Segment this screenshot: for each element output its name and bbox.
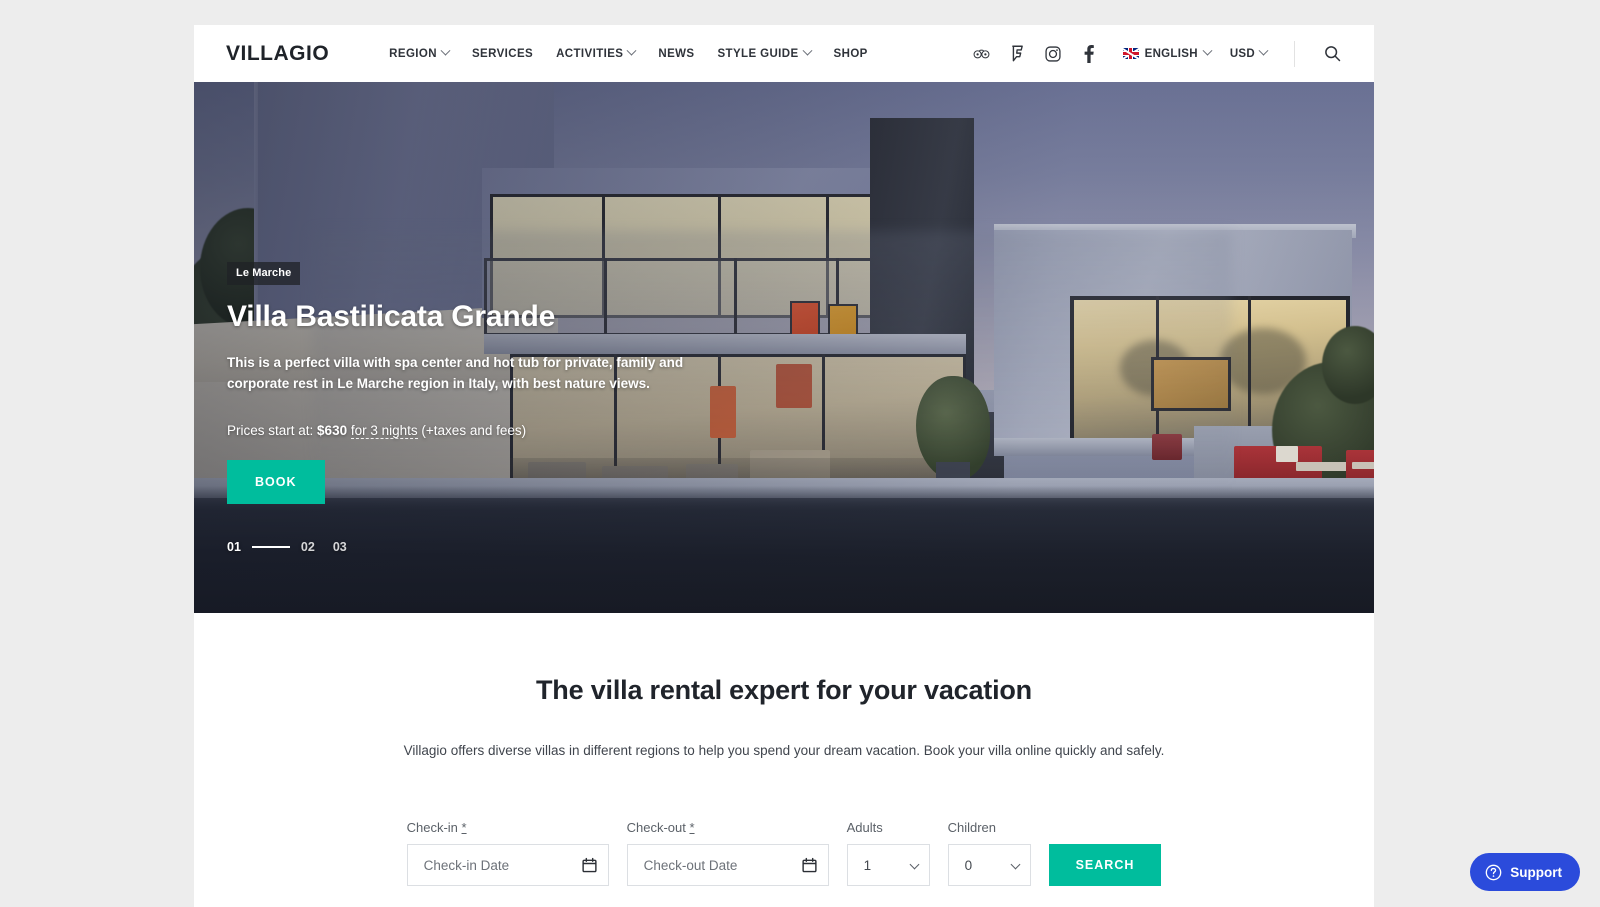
checkin-input-wrap <box>406 844 609 886</box>
slide-indicator-03[interactable]: 03 <box>333 540 347 554</box>
support-label: Support <box>1510 864 1562 880</box>
checkin-label-text: Check-in <box>406 820 458 835</box>
checkout-date-input[interactable] <box>626 844 829 886</box>
adults-select-wrap <box>846 844 930 886</box>
nav-item-style-guide[interactable]: STYLE GUIDE <box>717 45 812 60</box>
required-asterisk: * <box>689 820 695 835</box>
checkin-field-group: Check-in * <box>406 820 609 886</box>
checkout-label: Check-out * <box>627 820 829 835</box>
hero-title: Villa Bastilicata Grande <box>227 300 556 333</box>
header-divider <box>1294 40 1295 67</box>
language-selector[interactable]: ENGLISH <box>1122 45 1213 60</box>
intro-section: The villa rental expert for your vacatio… <box>194 613 1374 886</box>
checkin-date-input[interactable] <box>406 844 609 886</box>
site-header: VILLAGIO REGION SERVICES ACTIVITIES NEWS… <box>194 25 1374 82</box>
search-submit-button[interactable]: SEARCH <box>1048 844 1162 886</box>
uk-flag-icon <box>1122 48 1139 59</box>
children-label: Children <box>947 820 997 835</box>
slider-pagination: 01 02 03 <box>227 540 347 554</box>
children-select-wrap <box>947 844 1031 886</box>
booking-search-form: Check-in * Check-in Date Check-out * Che… <box>194 820 1374 886</box>
nav-item-activities[interactable]: ACTIVITIES <box>556 45 637 60</box>
language-label: ENGLISH <box>1144 47 1198 60</box>
nav-item-services[interactable]: SERVICES <box>472 48 533 60</box>
calendar-icon[interactable] <box>582 857 597 873</box>
children-select[interactable] <box>947 844 1031 886</box>
nav-label: ACTIVITIES <box>556 47 624 60</box>
hero-slider: Le Marche Villa Bastilicata Grande This … <box>194 82 1374 613</box>
search-icon[interactable] <box>1322 44 1342 64</box>
price-term[interactable]: for 3 nights <box>350 423 418 439</box>
adults-field-group: Adults <box>846 820 930 886</box>
slide-indicator-01[interactable]: 01 <box>227 540 241 554</box>
region-badge: Le Marche <box>227 262 301 285</box>
price-prefix: Prices start at: <box>227 423 314 438</box>
nav-label: NEWS <box>658 47 695 60</box>
chevron-down-icon <box>802 45 812 56</box>
hero-price-line: Prices start at: $630 for 3 nights (+tax… <box>227 423 847 439</box>
checkout-field-group: Check-out * <box>626 820 829 886</box>
nav-item-shop[interactable]: SHOP <box>834 48 868 60</box>
nav-label: STYLE GUIDE <box>717 47 799 60</box>
support-widget[interactable]: Support <box>1470 853 1580 891</box>
question-circle-icon <box>1485 864 1502 881</box>
price-amount: $630 <box>317 423 348 438</box>
nav-label: SHOP <box>833 47 868 60</box>
brand-logo[interactable]: VILLAGIO <box>226 42 329 66</box>
foursquare-icon[interactable] <box>1009 45 1026 62</box>
chevron-down-icon <box>1258 45 1269 56</box>
children-field-group: Children <box>947 820 1031 886</box>
chevron-down-icon <box>440 45 451 56</box>
nav-item-region[interactable]: REGION <box>389 45 451 60</box>
calendar-icon[interactable] <box>802 857 817 873</box>
page-title: The villa rental expert for your vacatio… <box>536 675 1032 705</box>
currency-selector[interactable]: USD <box>1229 45 1269 60</box>
facebook-icon[interactable] <box>1081 44 1098 63</box>
header-utilities: ENGLISH USD <box>973 40 1342 67</box>
chevron-down-icon <box>1202 45 1213 56</box>
checkout-input-wrap <box>626 844 829 886</box>
slide-indicator-02[interactable]: 02 <box>301 540 315 554</box>
book-button[interactable]: BOOK <box>227 460 325 504</box>
checkout-label-text: Check-out <box>626 820 686 835</box>
nav-label: REGION <box>389 47 437 60</box>
chevron-down-icon <box>626 45 637 56</box>
checkin-label: Check-in * <box>407 820 609 835</box>
currency-label: USD <box>1229 47 1255 60</box>
hero-description: This is a perfect villa with spa center … <box>227 355 684 391</box>
tripadvisor-icon[interactable] <box>973 45 990 62</box>
nav-item-news[interactable]: NEWS <box>658 48 694 60</box>
adults-label: Adults <box>846 820 883 835</box>
hero-content: Le Marche Villa Bastilicata Grande This … <box>227 262 847 504</box>
main-navigation: REGION SERVICES ACTIVITIES NEWS STYLE GU… <box>389 45 868 60</box>
instagram-icon[interactable] <box>1045 45 1062 62</box>
nav-label: SERVICES <box>471 47 534 60</box>
adults-select[interactable] <box>846 844 930 886</box>
site-page: VILLAGIO REGION SERVICES ACTIVITIES NEWS… <box>194 25 1374 907</box>
price-suffix: (+taxes and fees) <box>421 423 527 438</box>
required-asterisk: * <box>461 820 467 835</box>
slide-active-line <box>251 546 290 548</box>
page-subtitle: Villagio offers diverse villas in differ… <box>403 743 1165 758</box>
